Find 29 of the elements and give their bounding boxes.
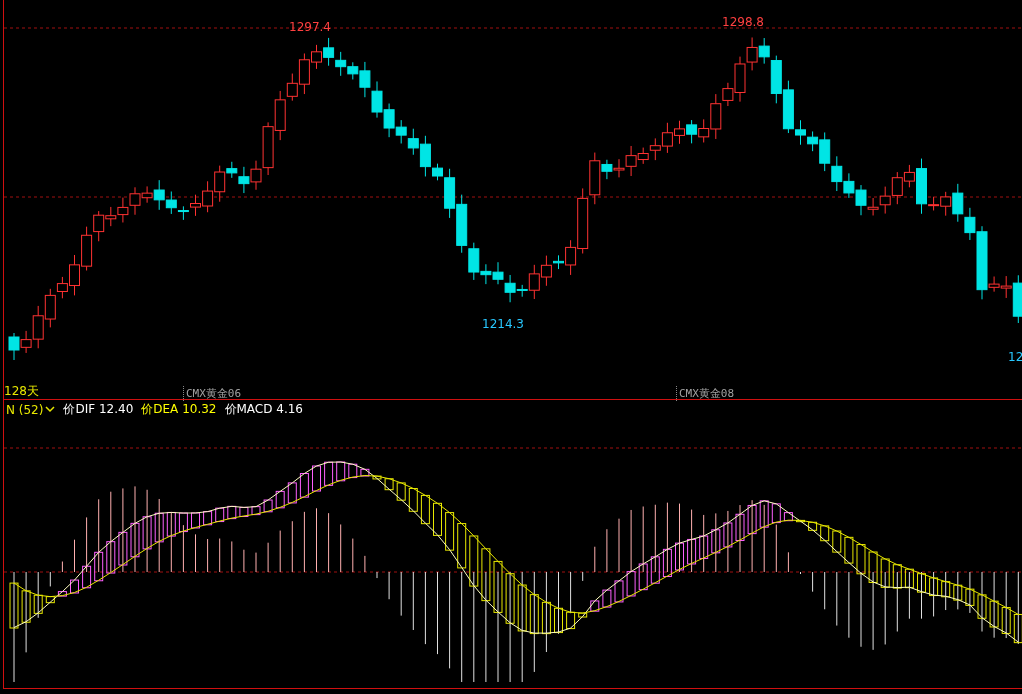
candlestick <box>8 332 20 361</box>
candlestick <box>492 261 504 285</box>
price-label: 1297.4 <box>289 20 331 34</box>
candlestick <box>323 37 335 67</box>
candlestick <box>117 197 129 223</box>
indicator-value: 价DIF 12.40 <box>63 401 134 418</box>
candlestick <box>383 103 395 138</box>
candlestick <box>661 122 673 154</box>
candlestick <box>395 119 407 144</box>
contract-label: CMX黄金08 <box>676 386 735 401</box>
indicator-value: 价DEA 10.32 <box>141 401 217 418</box>
candlestick <box>746 37 758 71</box>
candlestick <box>335 51 347 77</box>
candlestick <box>891 171 903 205</box>
indicator-value: 价MACD 4.16 <box>224 401 303 418</box>
candlestick <box>674 120 685 145</box>
period-label: 128天 <box>4 383 39 400</box>
contract-label: CMX黄金06 <box>183 386 242 401</box>
candlestick <box>649 137 661 161</box>
candlestick <box>81 226 93 271</box>
chevron-down-icon <box>45 406 56 413</box>
parameter-dropdown[interactable]: N (52) <box>6 402 56 417</box>
candlestick <box>371 80 383 119</box>
price-label: 12 <box>1008 350 1022 364</box>
candlestick <box>843 172 855 199</box>
price-label: 1298.8 <box>722 15 764 29</box>
candlestick <box>686 119 698 144</box>
price-label: 1214.3 <box>482 317 524 331</box>
candlestick <box>831 155 843 192</box>
